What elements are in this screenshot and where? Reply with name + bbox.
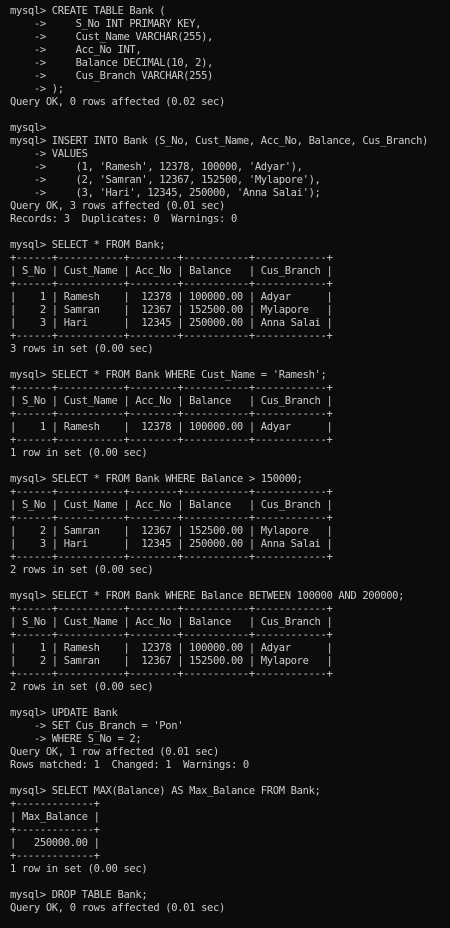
terminal-window[interactable]: mysql> CREATE TABLE Bank ( -> S_No INT P… <box>0 0 450 928</box>
terminal-line: Records: 3 Duplicates: 0 Warnings: 0 <box>10 213 237 225</box>
terminal-line: 1 row in set (0.00 sec) <box>10 447 148 459</box>
terminal-line: Rows matched: 1 Changed: 1 Warnings: 0 <box>10 759 249 771</box>
terminal-line: Query OK, 3 rows affected (0.01 sec) <box>10 200 225 212</box>
terminal-line: | 1 | Ramesh | 12378 | 100000.00 | Adyar… <box>10 421 333 433</box>
terminal-line: mysql> CREATE TABLE Bank ( <box>10 5 166 17</box>
terminal-line: | 1 | Ramesh | 12378 | 100000.00 | Adyar… <box>10 291 333 303</box>
terminal-line: +------+-----------+--------+-----------… <box>10 603 333 615</box>
terminal-line: mysql> SELECT MAX(Balance) AS Max_Balanc… <box>10 785 321 797</box>
terminal-line: +------+-----------+--------+-----------… <box>10 408 333 420</box>
terminal-line: +------+-----------+--------+-----------… <box>10 330 333 342</box>
terminal-line: | 3 | Hari | 12345 | 250000.00 | Anna Sa… <box>10 317 333 329</box>
terminal-line: -> (1, 'Ramesh', 12378, 100000, 'Adyar')… <box>10 161 303 173</box>
terminal-line: -> Cus_Branch VARCHAR(255) <box>10 70 214 82</box>
terminal-output: mysql> CREATE TABLE Bank ( -> S_No INT P… <box>10 5 450 915</box>
terminal-line: +------+-----------+--------+-----------… <box>10 629 333 641</box>
terminal-line: +-------------+ <box>10 824 100 836</box>
terminal-line: +-------------+ <box>10 798 100 810</box>
terminal-line: Query OK, 0 rows affected (0.02 sec) <box>10 96 225 108</box>
terminal-line: mysql> SELECT * FROM Bank; <box>10 239 166 251</box>
terminal-line: -> S_No INT PRIMARY KEY, <box>10 18 202 30</box>
terminal-line: | 3 | Hari | 12345 | 250000.00 | Anna Sa… <box>10 538 333 550</box>
terminal-line: mysql> SELECT * FROM Bank WHERE Cust_Nam… <box>10 369 327 381</box>
terminal-line: -> VALUES <box>10 148 88 160</box>
terminal-line: +------+-----------+--------+-----------… <box>10 252 333 264</box>
terminal-line: -> Acc_No INT, <box>10 44 142 56</box>
terminal-line: Query OK, 0 rows affected (0.01 sec) <box>10 902 225 914</box>
terminal-line: -> (2, 'Samran', 12367, 152500, 'Mylapor… <box>10 174 321 186</box>
terminal-line: | 1 | Ramesh | 12378 | 100000.00 | Adyar… <box>10 642 333 654</box>
terminal-line: | 2 | Samran | 12367 | 152500.00 | Mylap… <box>10 655 333 667</box>
terminal-line: mysql> SELECT * FROM Bank WHERE Balance … <box>10 590 405 602</box>
terminal-line: mysql> DROP TABLE Bank; <box>10 889 148 901</box>
terminal-line: +------+-----------+--------+-----------… <box>10 551 333 563</box>
terminal-line: -> Balance DECIMAL(10, 2), <box>10 57 214 69</box>
terminal-line: +------+-----------+--------+-----------… <box>10 278 333 290</box>
terminal-line: +------+-----------+--------+-----------… <box>10 512 333 524</box>
terminal-line: +-------------+ <box>10 850 100 862</box>
terminal-line: -> ); <box>10 83 64 95</box>
terminal-line: mysql> UPDATE Bank <box>10 707 118 719</box>
terminal-line: mysql> <box>10 122 46 134</box>
terminal-line: -> (3, 'Hari', 12345, 250000, 'Anna Sala… <box>10 187 321 199</box>
terminal-line: -> WHERE S_No = 2; <box>10 733 142 745</box>
terminal-line: 2 rows in set (0.00 sec) <box>10 681 154 693</box>
terminal-line: +------+-----------+--------+-----------… <box>10 382 333 394</box>
terminal-line: | Max_Balance | <box>10 811 100 823</box>
terminal-line: | S_No | Cust_Name | Acc_No | Balance | … <box>10 395 333 407</box>
terminal-line: -> SET Cus_Branch = 'Pon' <box>10 720 184 732</box>
terminal-line: 2 rows in set (0.00 sec) <box>10 564 154 576</box>
terminal-line: +------+-----------+--------+-----------… <box>10 486 333 498</box>
terminal-line: mysql> INSERT INTO Bank (S_No, Cust_Name… <box>10 135 429 147</box>
terminal-line: | 2 | Samran | 12367 | 152500.00 | Mylap… <box>10 525 333 537</box>
terminal-line: | S_No | Cust_Name | Acc_No | Balance | … <box>10 616 333 628</box>
terminal-line: | 250000.00 | <box>10 837 100 849</box>
terminal-line: | 2 | Samran | 12367 | 152500.00 | Mylap… <box>10 304 333 316</box>
terminal-line: +------+-----------+--------+-----------… <box>10 434 333 446</box>
terminal-line: +------+-----------+--------+-----------… <box>10 668 333 680</box>
terminal-line: | S_No | Cust_Name | Acc_No | Balance | … <box>10 499 333 511</box>
terminal-line: 3 rows in set (0.00 sec) <box>10 343 154 355</box>
terminal-line: 1 row in set (0.00 sec) <box>10 863 148 875</box>
terminal-line: mysql> SELECT * FROM Bank WHERE Balance … <box>10 473 303 485</box>
terminal-line: -> Cust_Name VARCHAR(255), <box>10 31 214 43</box>
terminal-line: | S_No | Cust_Name | Acc_No | Balance | … <box>10 265 333 277</box>
terminal-line: Query OK, 1 row affected (0.01 sec) <box>10 746 220 758</box>
